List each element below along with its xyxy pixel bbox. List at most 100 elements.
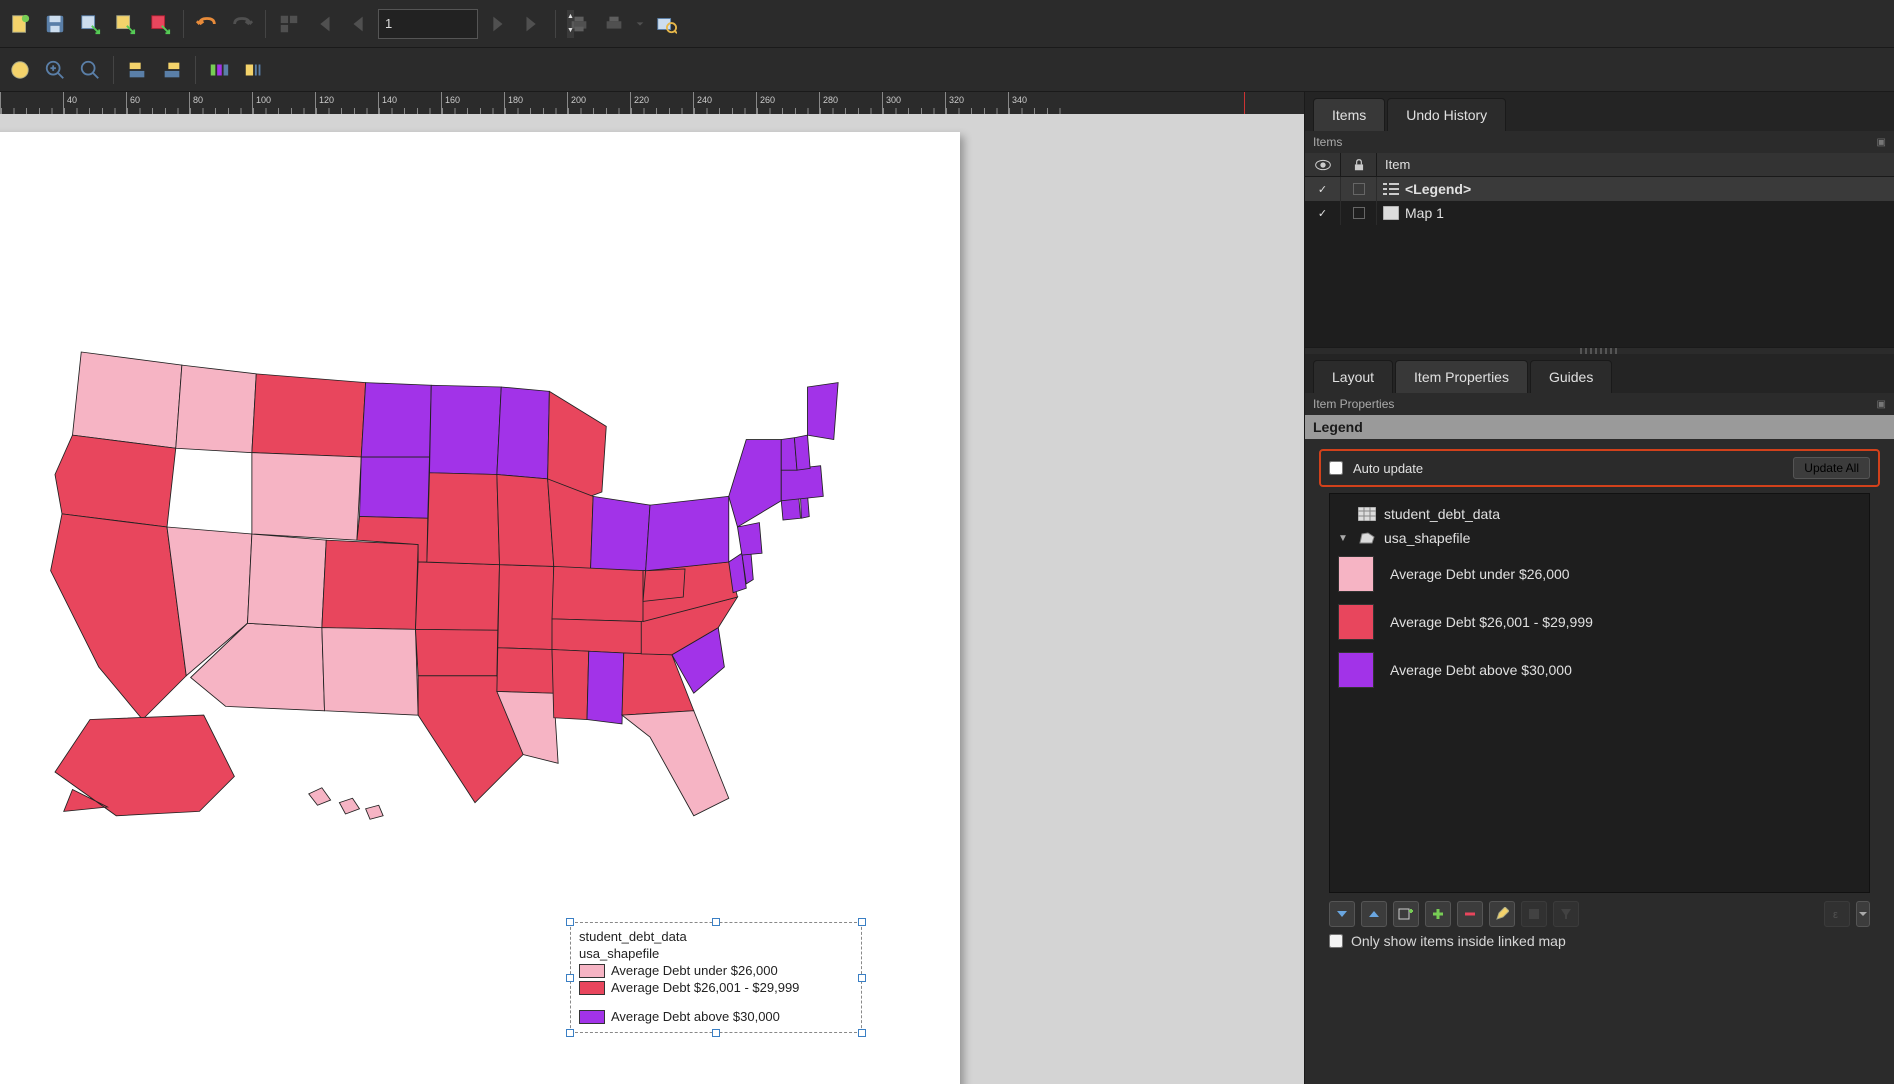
map-icon bbox=[1383, 205, 1399, 221]
ruler-position-marker bbox=[1244, 92, 1245, 114]
state-ky bbox=[552, 566, 646, 621]
tab-layout[interactable]: Layout bbox=[1313, 360, 1393, 393]
next-page-button[interactable] bbox=[481, 8, 513, 40]
state-ia bbox=[427, 473, 500, 565]
tree-collapse-icon[interactable]: ▼ bbox=[1338, 533, 1350, 544]
state-ms bbox=[552, 650, 589, 720]
print-atlas-button[interactable] bbox=[598, 8, 630, 40]
legend-items-tree[interactable]: student_debt_data ▼ usa_shapefile Averag… bbox=[1329, 493, 1870, 893]
atlas-settings-button[interactable] bbox=[650, 8, 682, 40]
state-wv bbox=[643, 569, 685, 601]
auto-update-checkbox[interactable] bbox=[1329, 461, 1343, 475]
item-name-label: Map 1 bbox=[1405, 205, 1444, 221]
tree-layer-data[interactable]: student_debt_data bbox=[1338, 502, 1861, 526]
align-left-button[interactable] bbox=[121, 54, 153, 86]
move-up-button[interactable] bbox=[1361, 901, 1387, 927]
page-number-spinner[interactable]: ▲▼ bbox=[378, 9, 478, 39]
canvas-area[interactable]: 4060801001201401601802002202402602803003… bbox=[0, 92, 1304, 1084]
ruler-tick: 180 bbox=[504, 92, 567, 114]
state-fl bbox=[622, 711, 729, 816]
expression-button: ε bbox=[1824, 901, 1850, 927]
only-show-checkbox[interactable] bbox=[1329, 934, 1343, 948]
ruler-tick: 280 bbox=[819, 92, 882, 114]
state-ks bbox=[416, 562, 500, 630]
table-layer-icon bbox=[1358, 507, 1376, 521]
lock-checkbox[interactable] bbox=[1353, 183, 1365, 195]
ruler-tick: 240 bbox=[693, 92, 756, 114]
item-row-map[interactable]: ✓ Map 1 bbox=[1305, 201, 1894, 225]
lock-checkbox[interactable] bbox=[1353, 207, 1365, 219]
ruler-tick: 200 bbox=[567, 92, 630, 114]
ruler-tick: 300 bbox=[882, 92, 945, 114]
edit-item-button[interactable] bbox=[1489, 901, 1515, 927]
state-al bbox=[587, 651, 624, 724]
print-button[interactable] bbox=[563, 8, 595, 40]
resize-handle[interactable] bbox=[566, 974, 574, 982]
ruler-tick: 260 bbox=[756, 92, 819, 114]
resize-handle[interactable] bbox=[712, 1029, 720, 1037]
new-layout-button[interactable] bbox=[4, 8, 36, 40]
tree-category-row[interactable]: Average Debt $26,001 - $29,999 bbox=[1338, 598, 1861, 646]
distribute-h-button[interactable] bbox=[203, 54, 235, 86]
map-item[interactable] bbox=[20, 252, 860, 872]
pan-button[interactable] bbox=[4, 54, 36, 86]
visibility-checkmark[interactable]: ✓ bbox=[1318, 207, 1327, 220]
prev-page-button[interactable] bbox=[343, 8, 375, 40]
align-right-button[interactable] bbox=[156, 54, 188, 86]
tree-layer-label: student_debt_data bbox=[1384, 506, 1500, 522]
tree-category-row[interactable]: Average Debt under $26,000 bbox=[1338, 550, 1861, 598]
export-image-button[interactable] bbox=[74, 8, 106, 40]
redo-button[interactable] bbox=[226, 8, 258, 40]
separator bbox=[183, 10, 184, 38]
item-column-header: Item bbox=[1377, 153, 1894, 176]
legend-toolbar: ε bbox=[1329, 901, 1870, 927]
state-oh bbox=[591, 496, 651, 570]
tab-undo-history[interactable]: Undo History bbox=[1387, 98, 1506, 131]
tab-guides[interactable]: Guides bbox=[1530, 360, 1612, 393]
expand-icon[interactable]: ▣ bbox=[1877, 137, 1886, 148]
move-down-button[interactable] bbox=[1329, 901, 1355, 927]
auto-update-row: Auto update Update All bbox=[1319, 449, 1880, 487]
state-wy bbox=[252, 453, 361, 541]
expression-dropdown-button[interactable] bbox=[1856, 901, 1870, 927]
undo-button[interactable] bbox=[191, 8, 223, 40]
visibility-checkmark[interactable]: ✓ bbox=[1318, 183, 1327, 196]
atlas-dropdown-button[interactable] bbox=[633, 8, 647, 40]
items-table-header: Item bbox=[1305, 153, 1894, 177]
layout-page[interactable]: student_debt_data usa_shapefile Average … bbox=[0, 132, 960, 1084]
resize-handle[interactable] bbox=[858, 918, 866, 926]
distribute-v-button[interactable] bbox=[238, 54, 270, 86]
legend-item[interactable]: student_debt_data usa_shapefile Average … bbox=[570, 922, 862, 1033]
remove-item-button[interactable] bbox=[1457, 901, 1483, 927]
state-hi bbox=[309, 788, 383, 820]
resize-handle[interactable] bbox=[566, 1029, 574, 1037]
zoom-in-button[interactable] bbox=[39, 54, 71, 86]
export-svg-button[interactable] bbox=[109, 8, 141, 40]
tab-item-properties[interactable]: Item Properties bbox=[1395, 360, 1528, 393]
category-label: Average Debt under $26,000 bbox=[1390, 566, 1570, 582]
item-properties-section: Item Properties ▣ Legend Auto update Upd… bbox=[1305, 393, 1894, 1084]
add-item-button[interactable] bbox=[1425, 901, 1451, 927]
resize-handle[interactable] bbox=[858, 1029, 866, 1037]
last-page-button[interactable] bbox=[516, 8, 548, 40]
main-toolbar: ▲▼ bbox=[0, 0, 1894, 48]
tab-items[interactable]: Items bbox=[1313, 98, 1385, 131]
resize-handle[interactable] bbox=[566, 918, 574, 926]
tree-category-row[interactable]: Average Debt above $30,000 bbox=[1338, 646, 1861, 694]
mid-tabs: Layout Item Properties Guides bbox=[1305, 354, 1894, 393]
first-page-button[interactable] bbox=[308, 8, 340, 40]
expand-icon[interactable]: ▣ bbox=[1877, 399, 1886, 410]
layout-manager-button[interactable] bbox=[273, 8, 305, 40]
state-ar bbox=[497, 648, 554, 694]
update-all-button[interactable]: Update All bbox=[1793, 457, 1870, 479]
zoom-full-button[interactable] bbox=[74, 54, 106, 86]
tree-layer-shape[interactable]: ▼ usa_shapefile bbox=[1338, 526, 1861, 550]
filter-button bbox=[1553, 901, 1579, 927]
save-layout-button[interactable] bbox=[39, 8, 71, 40]
export-pdf-button[interactable] bbox=[144, 8, 176, 40]
resize-handle[interactable] bbox=[712, 918, 720, 926]
resize-handle[interactable] bbox=[858, 974, 866, 982]
item-row-legend[interactable]: ✓ <Legend> bbox=[1305, 177, 1894, 201]
add-group-button[interactable] bbox=[1393, 901, 1419, 927]
separator bbox=[113, 56, 114, 84]
